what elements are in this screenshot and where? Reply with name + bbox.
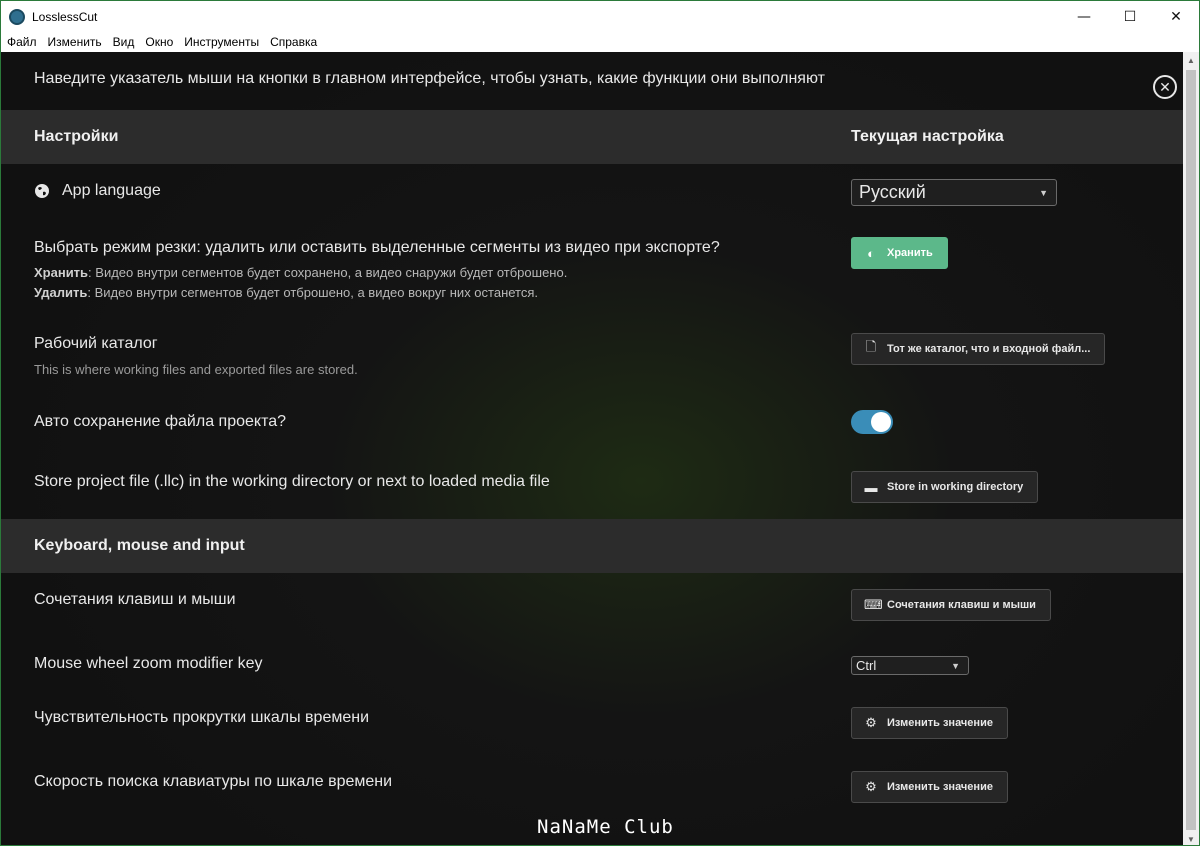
keyboard-section-title: Keyboard, mouse and input xyxy=(34,537,245,554)
watermark: NaNaMe Club xyxy=(537,816,674,838)
keyboard-seek-title: Скорость поиска клавиатуры по шкале врем… xyxy=(34,773,393,790)
scroll-down-icon[interactable]: ▼ xyxy=(1183,831,1199,845)
menu-bar: Файл Изменить Вид Окно Инструменты Справ… xyxy=(1,32,1199,52)
zoom-modifier-title: Mouse wheel zoom modifier key xyxy=(34,655,263,672)
app-logo-icon xyxy=(9,8,25,25)
zoom-modifier-select[interactable]: Ctrl ▼ xyxy=(851,656,969,675)
language-select[interactable]: Русский ▼ xyxy=(851,179,1057,206)
hint-text: Наведите указатель мыши на кнопки в глав… xyxy=(34,70,825,87)
zoom-modifier-value: Ctrl xyxy=(856,658,877,673)
language-value: Русский xyxy=(859,182,926,202)
gear-icon: ⚙ xyxy=(865,715,877,730)
menu-help[interactable]: Справка xyxy=(270,35,317,49)
close-settings-icon[interactable]: ✕ xyxy=(1153,75,1177,99)
settings-header: Настройки Текущая настройка xyxy=(1,110,1183,164)
file-icon: 🗋 xyxy=(865,339,877,354)
menu-window[interactable]: Окно xyxy=(145,35,173,49)
cut-mode-title: Выбрать режим резки: удалить или оставит… xyxy=(34,239,720,256)
shortcuts-button[interactable]: ⌨ Сочетания клавиш и мыши xyxy=(851,589,1051,621)
gear-icon: ⚙ xyxy=(865,779,877,794)
working-dir-button-label: Тот же каталог, что и входной файл... xyxy=(887,343,1091,355)
shortcuts-title: Сочетания клавиш и мыши xyxy=(34,591,236,608)
store-project-title: Store project file (.llc) in the working… xyxy=(34,473,550,490)
delete-description: : Видео внутри сегментов будет отброшено… xyxy=(87,285,539,300)
cut-mode-delete-desc: Удалить: Видео внутри сегментов будет от… xyxy=(34,285,538,300)
autosave-title: Авто сохранение файла проекта? xyxy=(34,413,287,430)
cut-mode-button-label: Хранить xyxy=(887,247,933,259)
working-dir-button[interactable]: 🗋 Тот же каталог, что и входной файл... xyxy=(851,333,1106,365)
scroll-thumb[interactable] xyxy=(1186,70,1196,830)
store-project-button-label: Store in working directory xyxy=(887,481,1024,493)
app-window: LosslessCut — ☐ ✕ Файл Изменить Вид Окно… xyxy=(0,0,1200,846)
autosave-toggle[interactable] xyxy=(851,410,893,434)
window-title: LosslessCut xyxy=(32,9,98,24)
minimize-button[interactable]: — xyxy=(1061,1,1107,32)
store-project-button[interactable]: ▬ Store in working directory xyxy=(851,471,1039,503)
language-label: App language xyxy=(62,182,161,199)
keep-label: Хранить xyxy=(34,265,89,280)
delete-label: Удалить xyxy=(34,285,88,300)
close-window-button[interactable]: ✕ xyxy=(1153,1,1199,32)
folder-icon: ▬ xyxy=(864,479,878,495)
keyboard-seek-button-label: Изменить значение xyxy=(887,781,993,793)
toggle-knob xyxy=(871,412,891,432)
shortcuts-button-label: Сочетания клавиш и мыши xyxy=(887,599,1036,611)
scroll-sensitivity-button-label: Изменить значение xyxy=(887,717,993,729)
current-setting-column-title: Текущая настройка xyxy=(851,128,1004,145)
keep-description: : Видео внутри сегментов будет сохранено… xyxy=(88,265,568,280)
menu-tools[interactable]: Инструменты xyxy=(184,35,259,49)
vertical-scrollbar[interactable]: ▲ ▼ xyxy=(1183,52,1199,845)
menu-view[interactable]: Вид xyxy=(113,35,135,49)
working-dir-title: Рабочий каталог xyxy=(34,335,158,352)
globe-icon xyxy=(35,184,49,198)
working-dir-desc: This is where working files and exported… xyxy=(34,362,358,377)
settings-column-title: Настройки xyxy=(34,128,119,145)
cut-mode-button[interactable]: ◐ Хранить xyxy=(851,237,948,269)
yin-yang-icon: ◐ xyxy=(867,245,875,261)
keyboard-seek-button[interactable]: ⚙ Изменить значение xyxy=(851,771,1008,803)
title-bar: LosslessCut — ☐ ✕ xyxy=(1,1,1199,32)
chevron-down-icon: ▼ xyxy=(1039,187,1048,198)
language-row: App language xyxy=(34,182,161,200)
keyboard-header: Keyboard, mouse and input xyxy=(1,519,1183,573)
settings-panel: Наведите указатель мыши на кнопки в глав… xyxy=(1,52,1183,845)
menu-file[interactable]: Файл xyxy=(7,35,37,49)
maximize-button[interactable]: ☐ xyxy=(1107,1,1153,32)
keyboard-icon: ⌨ xyxy=(864,597,883,612)
menu-edit[interactable]: Изменить xyxy=(48,35,102,49)
scroll-sensitivity-title: Чувствительность прокрутки шкалы времени xyxy=(34,709,370,726)
scroll-up-icon[interactable]: ▲ xyxy=(1183,52,1199,68)
cut-mode-keep-desc: Хранить: Видео внутри сегментов будет со… xyxy=(34,265,567,280)
scroll-sensitivity-button[interactable]: ⚙ Изменить значение xyxy=(851,707,1008,739)
chevron-down-icon: ▼ xyxy=(951,660,960,671)
